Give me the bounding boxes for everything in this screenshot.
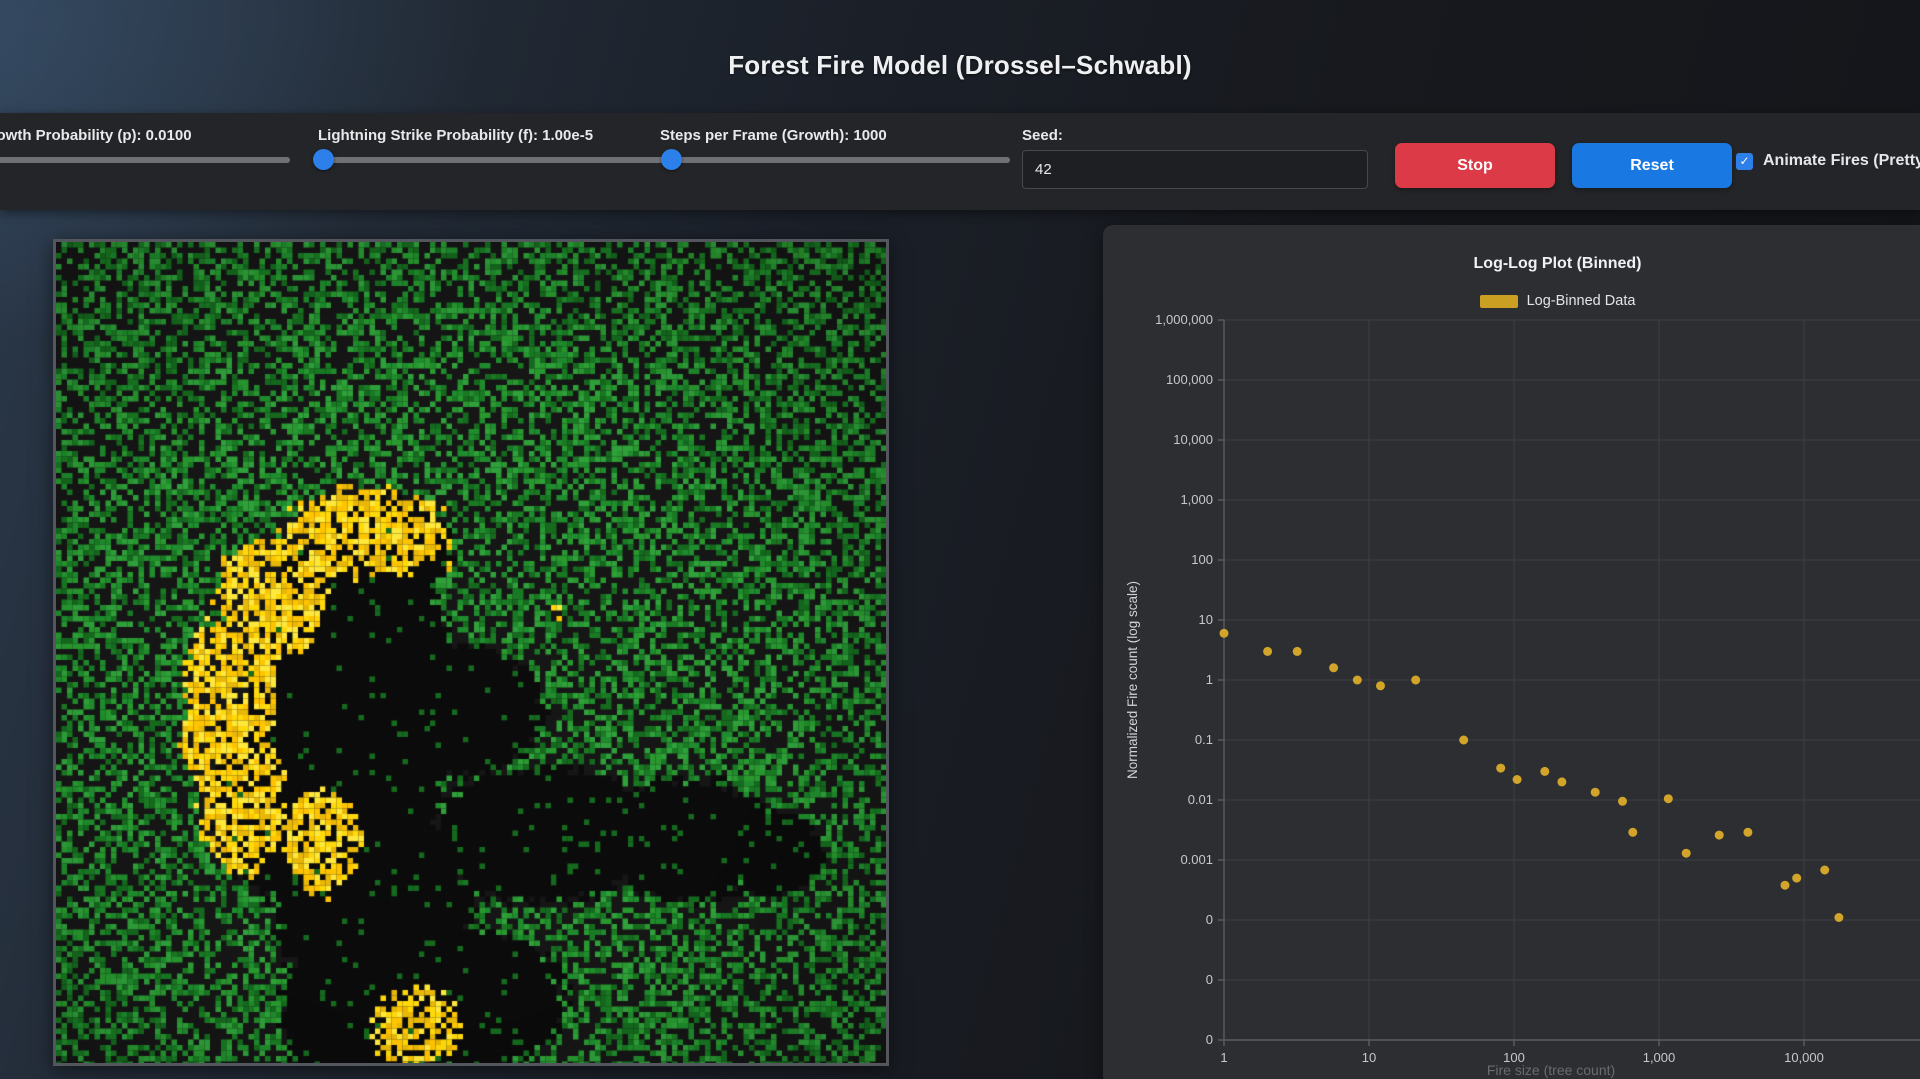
svg-text:100,000: 100,000 <box>1166 372 1213 387</box>
svg-text:0.1: 0.1 <box>1195 732 1213 747</box>
growth-probability-label: Growth Probability (p): 0.0100 <box>0 127 192 144</box>
stop-button[interactable]: Stop <box>1395 143 1555 188</box>
data-point <box>1628 827 1638 837</box>
data-point <box>1263 646 1273 656</box>
data-point <box>1714 830 1724 840</box>
data-point <box>1820 865 1830 875</box>
svg-text:0: 0 <box>1206 972 1213 987</box>
svg-text:10: 10 <box>1199 612 1213 627</box>
chart-gridlines <box>1223 319 1920 1041</box>
forest-canvas-frame <box>53 239 889 1066</box>
data-point <box>1780 880 1790 890</box>
lightning-probability-slider[interactable] <box>313 149 665 170</box>
reset-button[interactable]: Reset <box>1572 143 1732 188</box>
svg-text:1,000,000: 1,000,000 <box>1155 312 1213 327</box>
data-point <box>1681 848 1691 858</box>
data-point <box>1219 628 1229 638</box>
page-title: Forest Fire Model (Drossel–Schwabl) <box>728 50 1192 80</box>
lightning-probability-slider-group: Lightning Strike Probability (f): 1.00e-… <box>313 113 666 210</box>
data-point <box>1292 646 1302 656</box>
steps-per-frame-label: Steps per Frame (Growth): 1000 <box>660 127 887 144</box>
data-point <box>1557 777 1567 787</box>
data-point <box>1618 796 1627 806</box>
growth-probability-slider[interactable] <box>0 157 290 163</box>
svg-text:1: 1 <box>1220 1050 1227 1065</box>
data-point <box>1540 766 1550 776</box>
y-axis-title: Normalized Fire count (log scale) <box>1125 581 1140 779</box>
svg-text:0: 0 <box>1206 1032 1213 1047</box>
chart-axes <box>1218 319 1920 1046</box>
forest-simulation-canvas <box>56 242 886 1063</box>
checkmark-icon: ✓ <box>1739 153 1750 168</box>
data-point <box>1376 681 1385 691</box>
data-point <box>1834 913 1844 922</box>
data-point <box>1411 675 1421 685</box>
chart-plot: 1,000,000100,00010,0001,0001001010.10.01… <box>1125 312 1920 1078</box>
data-point <box>1512 775 1522 784</box>
x-axis-title: Fire size (tree count) <box>1487 1062 1615 1078</box>
svg-text:0: 0 <box>1206 912 1213 927</box>
svg-text:1,000: 1,000 <box>1643 1050 1676 1065</box>
data-point <box>1590 787 1600 797</box>
seed-label: Seed: <box>1022 127 1063 144</box>
seed-input[interactable] <box>1022 150 1368 189</box>
svg-text:10,000: 10,000 <box>1173 432 1213 447</box>
animate-fires-label: Animate Fires (Pretty, b <box>1763 152 1920 169</box>
svg-text:0.001: 0.001 <box>1180 852 1213 867</box>
data-point <box>1496 763 1506 773</box>
scatter-points <box>1219 628 1844 922</box>
lightning-probability-label: Lightning Strike Probability (f): 1.00e-… <box>318 127 594 144</box>
data-point <box>1663 794 1673 804</box>
steps-per-frame-slider-thumb[interactable] <box>661 149 682 170</box>
app-root: Forest Fire Model (Drossel–Schwabl) Grow… <box>0 0 1920 1079</box>
animate-fires-option: ✓ Animate Fires (Pretty, b <box>1736 152 1920 170</box>
animate-fires-checkbox[interactable]: ✓ <box>1736 152 1753 170</box>
svg-text:100: 100 <box>1191 552 1213 567</box>
svg-text:0.01: 0.01 <box>1188 792 1213 807</box>
steps-per-frame-slider-group: Steps per Frame (Growth): 1000 <box>660 113 1011 210</box>
data-point <box>1792 873 1802 883</box>
data-point <box>1329 663 1339 673</box>
chart-panel: Log-Log Plot (Binned) Log-Binned Data 1,… <box>1103 225 1920 1079</box>
data-point <box>1459 735 1469 745</box>
svg-text:1: 1 <box>1206 672 1213 687</box>
growth-probability-slider-group: Growth Probability (p): 0.0100 <box>0 113 291 210</box>
steps-per-frame-slider[interactable] <box>660 149 1010 170</box>
data-point <box>1743 827 1753 837</box>
svg-text:10,000: 10,000 <box>1784 1050 1824 1065</box>
chart-tick-labels: 1,000,000100,00010,0001,0001001010.10.01… <box>1155 312 1824 1065</box>
lightning-probability-slider-thumb[interactable] <box>313 149 334 170</box>
svg-text:10: 10 <box>1362 1050 1376 1065</box>
controls-bar: Growth Probability (p): 0.0100 Lightning… <box>0 113 1920 210</box>
svg-text:1,000: 1,000 <box>1180 492 1213 507</box>
data-point <box>1352 675 1362 685</box>
seed-group: Seed: <box>1022 113 1368 210</box>
